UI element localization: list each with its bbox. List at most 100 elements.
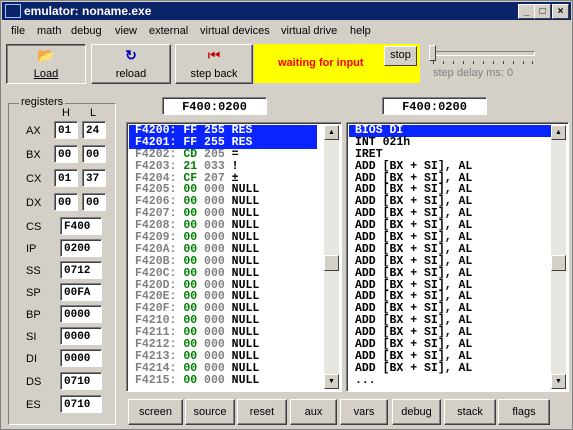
memory-hex: 00 [183, 373, 198, 387]
reload-button[interactable]: ↻ reload [91, 44, 171, 84]
vars-button[interactable]: vars [340, 399, 388, 425]
register-cx-label: CX [26, 173, 42, 185]
register-sp-value[interactable]: 00FA [60, 283, 102, 301]
disassembly-address-input[interactable]: F400:0200 [382, 97, 487, 115]
disassembly-row[interactable]: ... [349, 374, 551, 387]
memory-list[interactable]: F4200: FF 255 RES F4201: FF 255 RES F4202:… [126, 122, 342, 392]
disassembly-scrollbar[interactable]: ▲ ▼ [551, 125, 566, 389]
step-back-button[interactable]: ⏮ step back [175, 44, 253, 84]
minimize-icon: _ [523, 6, 530, 17]
register-es-value[interactable]: 0710 [60, 395, 102, 413]
register-ip-label: IP [26, 243, 37, 255]
register-cx-low[interactable]: 37 [82, 169, 106, 187]
scroll-down-icon[interactable]: ▼ [324, 374, 339, 389]
stop-button[interactable]: stop [384, 46, 417, 66]
register-ss-label: SS [26, 265, 41, 277]
step-back-icon: ⏮ [207, 47, 221, 63]
memory-address-input[interactable]: F400:0200 [162, 97, 267, 115]
app-icon [5, 4, 21, 18]
aux-button[interactable]: aux [290, 399, 337, 425]
emulator-window: emulator: noname.exe _ □ × file math deb… [0, 0, 573, 430]
menu-file[interactable]: file [11, 25, 25, 37]
register-si-label: SI [26, 331, 37, 343]
register-sp-label: SP [26, 287, 41, 299]
load-button[interactable]: 📂 Load [6, 44, 86, 84]
register-ds-label: DS [26, 376, 42, 388]
step-delay-track[interactable] [433, 51, 535, 56]
register-cs-value[interactable]: F400 [60, 217, 102, 235]
register-dx-low[interactable]: 00 [82, 193, 106, 211]
register-ds-value[interactable]: 0710 [60, 372, 102, 390]
scroll-up-icon[interactable]: ▲ [551, 125, 566, 140]
register-bx-label: BX [26, 149, 41, 161]
step-delay-label: step delay ms: 0 [433, 67, 514, 79]
memory-row[interactable]: F4215: 00 000 NULL [129, 373, 317, 387]
step-delay-slider-thumb[interactable] [429, 45, 436, 61]
maximize-button[interactable]: □ [534, 4, 551, 19]
register-di-value[interactable]: 0000 [60, 349, 102, 367]
disassembly-row[interactable]: ADD [BX + SI], AL [349, 255, 551, 268]
maximize-icon: □ [539, 6, 546, 17]
menu-debug[interactable]: debug [71, 25, 102, 37]
load-label: Load [33, 68, 59, 80]
register-ax-label: AX [26, 125, 41, 137]
minimize-button[interactable]: _ [518, 4, 535, 19]
disassembly-row[interactable]: ADD [BX + SI], AL [349, 362, 551, 375]
debug-button[interactable]: debug [392, 399, 441, 425]
disassembly-row[interactable]: IRET [349, 148, 551, 161]
close-button[interactable]: × [552, 4, 569, 19]
reload-icon: ↻ [125, 47, 137, 63]
title-bar: emulator: noname.exe _ □ × [2, 2, 571, 20]
window-title: emulator: noname.exe [24, 4, 152, 18]
register-cx-high[interactable]: 01 [54, 169, 78, 187]
memory-decimal: 000 [204, 373, 225, 387]
close-icon: × [557, 6, 564, 17]
memory-scrollbar[interactable]: ▲ ▼ [324, 125, 339, 389]
reload-label: reload [115, 68, 147, 80]
register-ax-low[interactable]: 24 [82, 121, 106, 139]
disassembly-list[interactable]: BIOS DI INT 021h IRET ADD [BX + SI], AL ADD … [346, 122, 569, 392]
register-cs-label: CS [26, 221, 42, 233]
stack-button[interactable]: stack [444, 399, 496, 425]
disassembly-row[interactable]: ADD [BX + SI], AL [349, 267, 551, 280]
register-dx-label: DX [26, 197, 42, 209]
disassembly-row[interactable]: ADD [BX + SI], AL [349, 244, 551, 256]
menu-virtual-drive[interactable]: virtual drive [281, 25, 337, 37]
register-ip-value[interactable]: 0200 [60, 239, 102, 257]
flags-button[interactable]: flags [498, 399, 550, 425]
menu-virtual-devices[interactable]: virtual devices [200, 25, 270, 37]
register-bp-label: BP [26, 309, 41, 321]
menu-help[interactable]: help [350, 25, 371, 37]
disassembly-scroll-thumb[interactable] [551, 255, 566, 271]
status-text: waiting for input [278, 57, 364, 69]
register-ss-value[interactable]: 0712 [60, 261, 102, 279]
menu-math[interactable]: math [37, 25, 61, 37]
register-bp-value[interactable]: 0000 [60, 305, 102, 323]
menu-external[interactable]: external [149, 25, 188, 37]
memory-rows: F4200: FF 255 RES F4201: FF 255 RES F4202:… [129, 125, 317, 387]
disassembly-rows: BIOS DI INT 021h IRET ADD [BX + SI], AL ADD … [349, 125, 551, 387]
register-si-value[interactable]: 0000 [60, 327, 102, 345]
memory-char: NULL [231, 373, 260, 387]
memory-scroll-thumb[interactable] [324, 255, 339, 271]
folder-open-icon: 📂 [37, 47, 55, 63]
step-back-label: step back [190, 68, 238, 80]
disassembly-row[interactable]: ADD [BX + SI], AL [349, 160, 551, 173]
step-delay-ticks [433, 61, 533, 64]
source-button[interactable]: source [185, 399, 235, 425]
register-dx-high[interactable]: 00 [54, 193, 78, 211]
high-byte-header: H [62, 107, 70, 119]
register-bx-high[interactable]: 00 [54, 145, 78, 163]
registers-title: registers [19, 96, 66, 108]
disassembly-row[interactable]: INT 021h [349, 136, 551, 149]
register-bx-low[interactable]: 00 [82, 145, 106, 163]
scroll-up-icon[interactable]: ▲ [324, 125, 339, 140]
menu-view[interactable]: view [115, 25, 137, 37]
scroll-down-icon[interactable]: ▼ [551, 374, 566, 389]
register-di-label: DI [26, 353, 37, 365]
reset-button[interactable]: reset [237, 399, 287, 425]
register-ax-high[interactable]: 01 [54, 121, 78, 139]
register-es-label: ES [26, 399, 41, 411]
low-byte-header: L [90, 107, 97, 119]
screen-button[interactable]: screen [128, 399, 183, 425]
